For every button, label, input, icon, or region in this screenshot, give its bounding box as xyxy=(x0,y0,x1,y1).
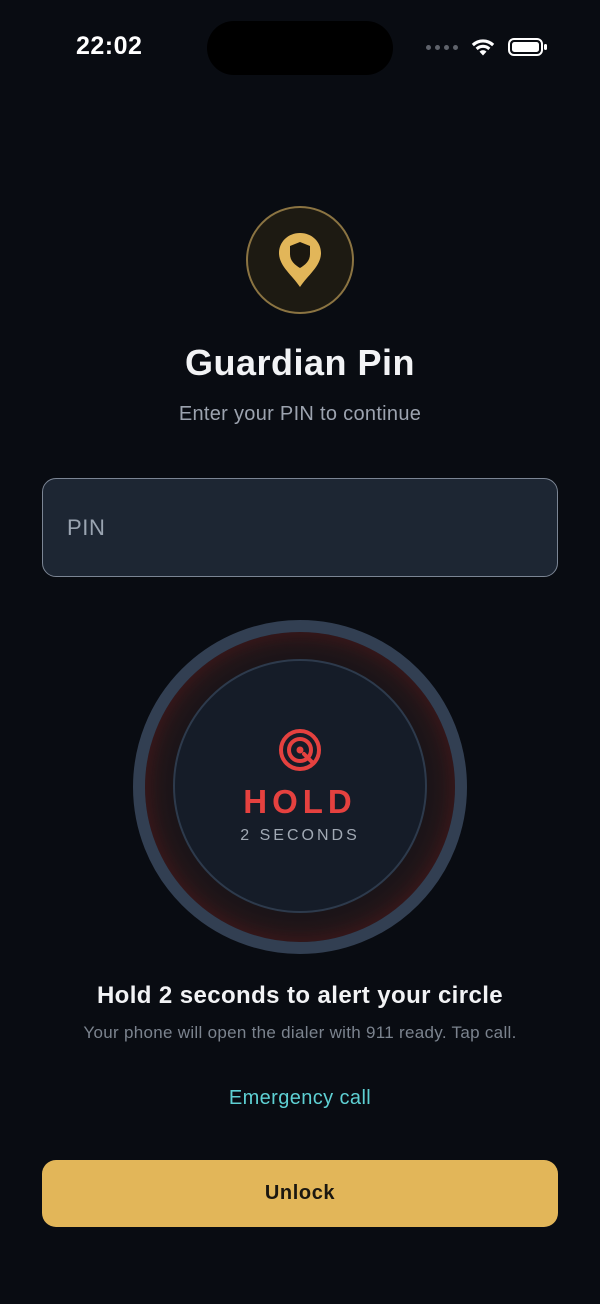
hold-label: HOLD xyxy=(243,783,357,820)
alert-info-description: Your phone will open the dialer with 911… xyxy=(83,1023,517,1042)
status-time: 22:02 xyxy=(76,32,143,60)
target-icon xyxy=(279,729,321,771)
wifi-icon xyxy=(471,39,495,56)
shield-pin-icon xyxy=(279,233,321,287)
status-icons xyxy=(426,37,548,57)
signal-icon xyxy=(426,44,458,50)
app-logo xyxy=(246,206,354,314)
unlock-button[interactable]: Unlock xyxy=(42,1160,558,1227)
dynamic-island xyxy=(207,21,393,75)
lock-screen: 22:02 Guardian Pin Enter your PIN to con… xyxy=(0,0,600,1304)
battery-icon xyxy=(508,38,547,56)
hold-alert-button[interactable]: HOLD 2 SECONDS xyxy=(173,659,427,913)
page-title: Guardian Pin xyxy=(184,342,416,383)
alert-info-title: Hold 2 seconds to alert your circle xyxy=(96,982,504,1009)
page-subtitle: Enter your PIN to continue xyxy=(178,403,422,425)
hold-duration-label: 2 SECONDS xyxy=(240,827,360,844)
emergency-call-link[interactable]: Emergency call xyxy=(0,1087,600,1110)
pin-input[interactable] xyxy=(42,478,558,577)
